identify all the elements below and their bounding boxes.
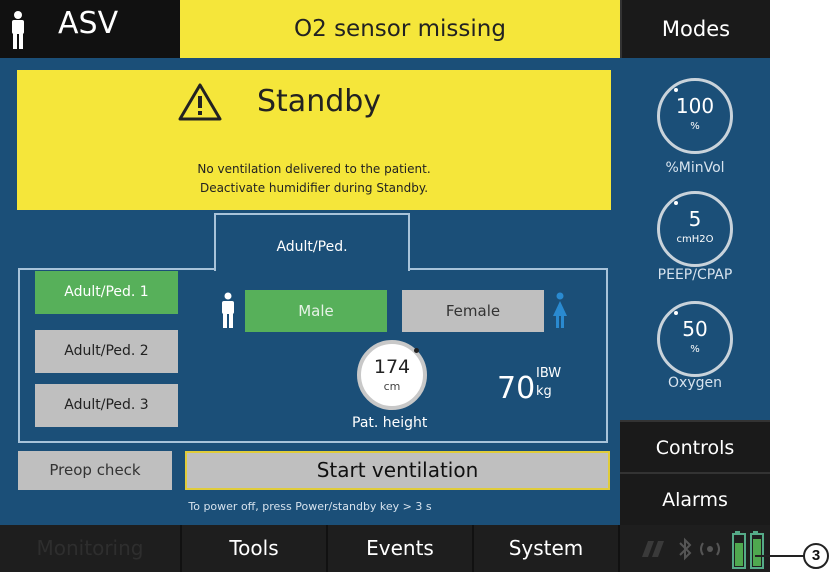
male-button[interactable]: Male xyxy=(245,290,387,332)
status-icons xyxy=(620,525,770,572)
mode-header[interactable]: ASV xyxy=(0,0,180,58)
ibw-unit: kg xyxy=(536,384,552,399)
peep-knob[interactable]: 5 cmH2O xyxy=(657,191,733,267)
ventilator-screen: ASV O2 sensor missing Modes Standby No v… xyxy=(0,0,770,572)
ibw-value: 70 xyxy=(497,371,536,406)
controls-button[interactable]: Controls xyxy=(620,420,770,472)
knob-indicator xyxy=(674,311,678,315)
female-button[interactable]: Female xyxy=(402,290,544,332)
knob-indicator xyxy=(674,88,678,92)
callout-number: 3 xyxy=(803,543,829,569)
preop-check-button[interactable]: Preop check xyxy=(18,451,172,490)
warning-icon xyxy=(178,83,222,121)
tab-adult-ped[interactable]: Adult/Ped. xyxy=(214,213,410,271)
height-unit: cm xyxy=(383,380,401,393)
knob-value: 50 xyxy=(682,317,708,341)
knob-label: PEEP/CPAP xyxy=(657,267,733,283)
power-off-hint: To power off, press Power/standby key > … xyxy=(188,500,432,513)
ibw-label: IBW xyxy=(536,366,562,381)
knob-unit: cmH2O xyxy=(676,234,714,245)
standby-message-line: Deactivate humidifier during Standby. xyxy=(199,181,429,195)
start-ventilation-button[interactable]: Start ventilation xyxy=(185,451,610,490)
standby-panel: Standby No ventilation delivered to the … xyxy=(17,70,611,210)
bluetooth-icon xyxy=(679,537,692,561)
height-label: Pat. height xyxy=(352,415,428,431)
callout-line xyxy=(755,555,805,557)
female-person-icon xyxy=(553,292,567,328)
tab-events[interactable]: Events xyxy=(328,525,474,572)
height-value: 174 xyxy=(373,356,411,378)
wireless-icon xyxy=(700,542,720,556)
minvol-knob[interactable]: 100 % xyxy=(657,78,733,154)
male-person-icon xyxy=(222,292,234,328)
knob-indicator xyxy=(414,348,419,353)
patient-group-button[interactable]: Adult/Ped. 3 xyxy=(35,384,178,427)
controls-panel: 100 % %MinVol 5 cmH2O PEEP/CPAP 50 % Oxy… xyxy=(620,58,770,420)
standby-title: Standby xyxy=(257,84,382,119)
knob-indicator xyxy=(674,201,678,205)
tab-system[interactable]: System xyxy=(474,525,620,572)
alarms-button[interactable]: Alarms xyxy=(620,472,770,525)
knob-value: 100 xyxy=(675,94,715,118)
bottom-nav: Monitoring Tools Events System xyxy=(0,525,770,572)
oxygen-knob[interactable]: 50 % xyxy=(657,301,733,377)
battery-icon xyxy=(732,531,764,569)
nebulizer-icon xyxy=(642,541,664,557)
knob-unit: % xyxy=(690,344,700,355)
alarm-message-bar[interactable]: O2 sensor missing xyxy=(180,0,620,58)
patient-person-icon xyxy=(12,11,24,49)
knob-label: %MinVol xyxy=(665,160,725,176)
knob-value: 5 xyxy=(688,207,702,231)
patient-height-knob[interactable]: 174 cm xyxy=(357,340,427,410)
patient-group-button[interactable]: Adult/Ped. 1 xyxy=(35,271,178,314)
knob-unit: % xyxy=(690,121,700,132)
tab-monitoring[interactable]: Monitoring xyxy=(0,525,182,572)
knob-label: Oxygen xyxy=(668,375,722,391)
standby-message-line: No ventilation delivered to the patient. xyxy=(197,162,431,176)
patient-group-button[interactable]: Adult/Ped. 2 xyxy=(35,330,178,373)
active-mode-label: ASV xyxy=(58,6,119,41)
main-panel: Standby No ventilation delivered to the … xyxy=(0,58,620,525)
tab-tools[interactable]: Tools xyxy=(182,525,328,572)
modes-button[interactable]: Modes xyxy=(620,0,770,58)
